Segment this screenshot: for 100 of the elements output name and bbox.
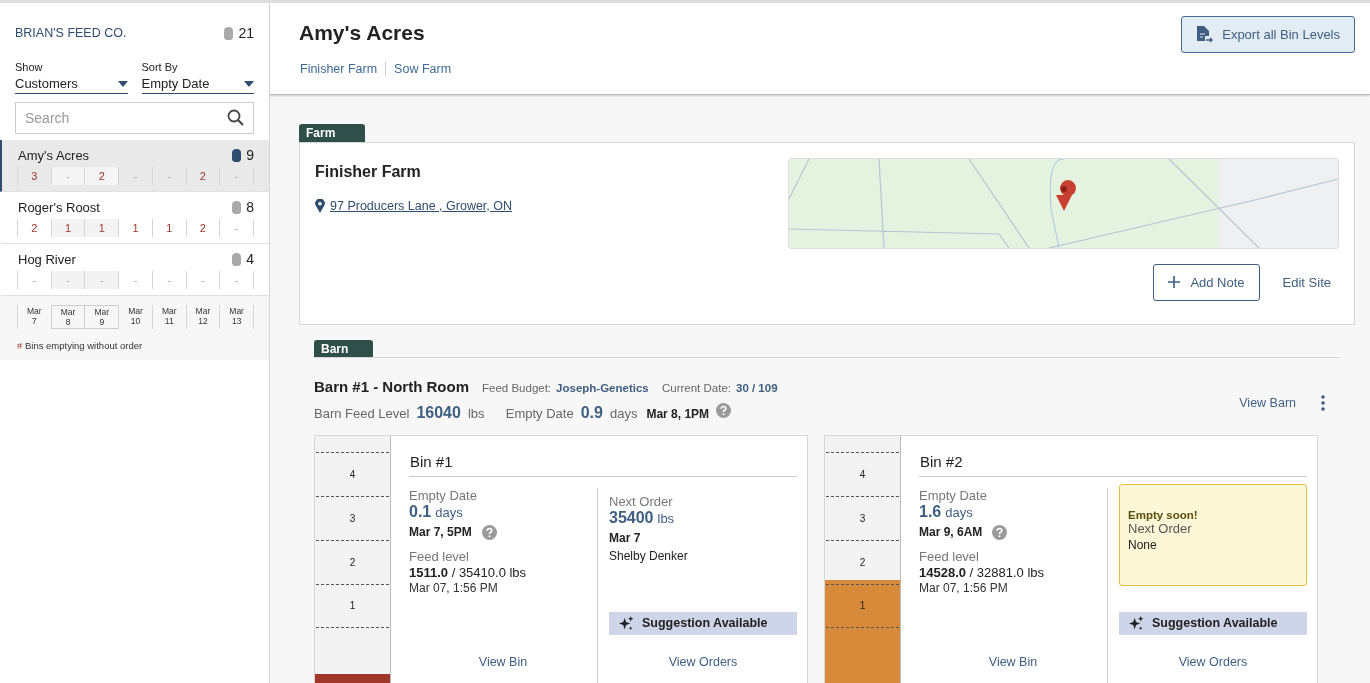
suggestion-text: Suggestion Available (642, 616, 768, 631)
empty-date-label: Empty Date (505, 405, 574, 421)
order-person: Shelby Denker (609, 548, 689, 563)
unit-label: days (945, 504, 973, 520)
legend-text: # Bins emptying without order (17, 340, 144, 351)
gauge-mark: 1 (349, 600, 356, 612)
customer-item[interactable]: Roger's Roost 8 2 1 1 1 1 2 - (0, 192, 269, 244)
map-pin-icon (315, 198, 325, 213)
count-cell: - (219, 219, 253, 237)
empty-date-value: Mar 7, 5PM (409, 525, 472, 540)
sparkle-icon (1129, 615, 1144, 631)
gauge-mark: 2 (349, 556, 356, 568)
next-order-label: Next Order (609, 493, 674, 509)
count-cell: 3 (17, 167, 51, 185)
reading-timestamp: Mar 07, 1:56 PM (919, 580, 1009, 595)
suggestion-banner[interactable]: Suggestion Available (1119, 611, 1307, 635)
current-date-value: 30 / 109 (736, 381, 778, 394)
feed-level-value: 14528.0 / 32881.0 lbs (919, 564, 1046, 580)
count-cell: - (219, 271, 253, 289)
empty-date-value: Mar 8, 1PM (646, 406, 710, 421)
reading-timestamp: Mar 07, 1:56 PM (409, 580, 499, 595)
count-cell: 2 (84, 167, 119, 185)
day-label: Mar 13 (219, 305, 253, 329)
sparkle-icon (619, 615, 634, 631)
view-orders-link[interactable]: View Orders (668, 654, 738, 669)
empty-days-value: 0.1 (409, 502, 432, 521)
help-icon[interactable] (992, 524, 1008, 540)
day-label: Mar 9 (84, 305, 119, 329)
count-cell: - (118, 167, 152, 185)
count-cell: 2 (185, 167, 220, 185)
view-bin-link[interactable]: View Bin (988, 654, 1038, 669)
export-button[interactable]: Export all Bin Levels (1181, 16, 1355, 53)
search-field[interactable]: Search (15, 102, 254, 134)
empty-days-value: 1.6 (919, 502, 942, 521)
empty-date-label: Empty Date (409, 487, 478, 503)
view-orders-link[interactable]: View Orders (1178, 654, 1248, 669)
feed-budget-label: Feed Budget: (482, 381, 552, 394)
gauge-mark: 4 (859, 468, 866, 480)
filter-label: Sort By (141, 61, 179, 73)
count-cell: 1 (151, 219, 186, 237)
customer-name: Amy's Acres (18, 147, 90, 163)
order-value: None (1128, 537, 1158, 552)
address-link[interactable]: 97 Producers Lane , Grower, ON (330, 198, 513, 213)
empty-days-value: 0.9 (580, 403, 603, 422)
customer-item[interactable]: Amy's Acres 9 3 - 2 - - 2 - (0, 140, 269, 192)
page-title: Amy's Acres (299, 21, 426, 45)
count-cell: - (84, 271, 119, 289)
unit-label: lbs (467, 405, 485, 421)
bin-count: 4 (246, 251, 254, 267)
feed-level-label: Barn Feed Level (314, 405, 410, 421)
day-label: Mar 12 (185, 305, 220, 329)
filter-dropdown[interactable]: Empty Date (141, 76, 254, 94)
gauge-mark: 2 (859, 556, 866, 568)
bin-title: Bin #2 (919, 450, 1307, 477)
count-cell: - (151, 167, 186, 185)
silo-icon (224, 26, 234, 40)
silo-icon (232, 148, 242, 162)
feed-level-value: 16040 (416, 403, 461, 422)
view-barn-link[interactable]: View Barn (1239, 395, 1296, 410)
section-tag: Barn (314, 339, 374, 357)
silo-icon (232, 200, 242, 214)
order-date: Mar 7 (609, 530, 642, 545)
gauge-mark: 4 (349, 468, 356, 480)
customer-name: Roger's Roost (18, 199, 100, 215)
count-cell: - (219, 167, 253, 185)
edit-site-link[interactable]: Edit Site (1282, 274, 1331, 290)
more-menu-icon[interactable] (1321, 394, 1325, 411)
empty-date-value: Mar 9, 6AM (919, 525, 983, 540)
help-icon[interactable] (716, 402, 732, 418)
gauge-mark: 1 (859, 600, 866, 612)
filter-dropdown[interactable]: Customers (15, 76, 128, 94)
unit-label: lbs (657, 510, 675, 526)
count-cell: - (118, 271, 152, 289)
suggestion-banner[interactable]: Suggestion Available (609, 611, 797, 635)
section-tag: Farm (299, 123, 366, 142)
count-cell: 1 (118, 219, 152, 237)
current-date-label: Current Date: (661, 381, 731, 394)
company-name: BRIAN'S FEED CO. (15, 26, 127, 40)
next-order-label: Next Order (1128, 520, 1193, 536)
caret-icon (117, 80, 128, 87)
empty-date-label: Empty Date (919, 487, 988, 503)
search-icon (227, 109, 244, 126)
count-cell: - (17, 271, 51, 289)
unit-label: days (609, 405, 638, 421)
warning-title: Empty soon! (1128, 508, 1199, 521)
count-cell: 2 (17, 219, 51, 237)
count-cell: - (50, 167, 85, 185)
view-bin-link[interactable]: View Bin (478, 654, 528, 669)
farm-link[interactable]: Sow Farm (385, 62, 460, 76)
gauge-mark: 3 (349, 512, 356, 524)
add-note-button[interactable]: Add Note (1153, 263, 1260, 301)
plus-icon (1168, 276, 1181, 289)
count-cell: 1 (84, 219, 119, 237)
feed-level-value: 1511.0 / 35410.0 lbs (409, 564, 528, 580)
caret-icon (244, 80, 254, 87)
count-cell: - (50, 271, 85, 289)
bin-count: 8 (246, 199, 254, 215)
farm-link[interactable]: Finisher Farm (299, 62, 386, 76)
filter-label: Show (15, 61, 44, 73)
help-icon[interactable] (481, 524, 497, 540)
